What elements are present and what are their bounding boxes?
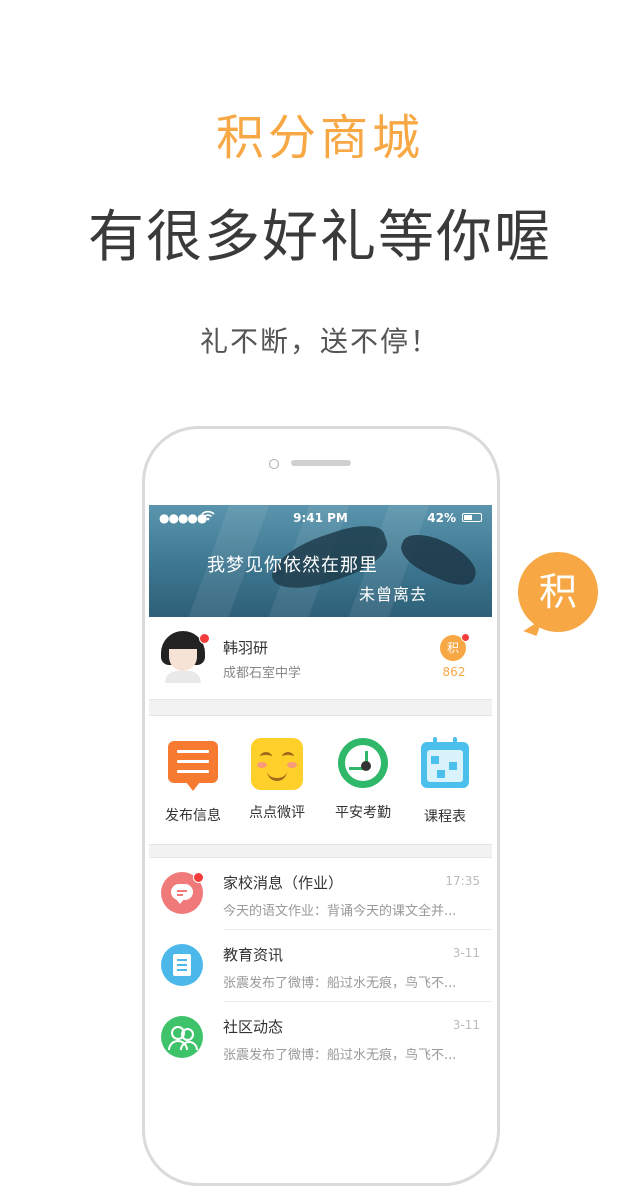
notification-dot <box>199 633 210 644</box>
points-float-label: 积 <box>538 570 577 614</box>
calendar-icon <box>421 737 469 788</box>
avatar[interactable] <box>161 631 210 683</box>
list-item[interactable]: 社区动态 3-11 张震发布了微博：船过水无痕，鸟飞不... <box>149 1002 492 1074</box>
banner-line2: 未曾离去 <box>359 585 428 604</box>
feature-label: 点点微评 <box>249 805 305 821</box>
feature-label: 平安考勤 <box>335 805 391 821</box>
feature-attendance[interactable]: 平安考勤 <box>323 738 403 822</box>
message-time: 3-11 <box>452 946 480 960</box>
message-title: 教育资讯 <box>223 946 284 964</box>
list-item[interactable]: 教育资讯 3-11 张震发布了微博：船过水无痕，鸟飞不... <box>149 930 492 1002</box>
feature-schedule[interactable]: 课程表 <box>405 737 485 826</box>
feature-label: 发布信息 <box>165 808 221 824</box>
post-icon <box>168 741 218 791</box>
clock-icon <box>338 738 388 788</box>
headline-subtitle: 有很多好礼等你喔 <box>88 205 552 270</box>
battery-percent: 42% <box>427 511 456 525</box>
message-time: 3-11 <box>452 1018 480 1032</box>
profile-name: 韩羽研 <box>223 639 269 657</box>
news-icon <box>161 944 203 986</box>
phone-screen: ●●●●● 9:41 PM 42% 我梦见你依然在那里 未曾离去 韩羽研 成都石… <box>149 505 492 1136</box>
message-title: 家校消息（作业） <box>223 874 344 892</box>
tagline: 礼不断，送不停！ <box>199 325 440 358</box>
battery-icon <box>462 513 482 522</box>
banner[interactable]: ●●●●● 9:41 PM 42% 我梦见你依然在那里 未曾离去 <box>149 505 492 617</box>
notification-dot <box>193 872 204 883</box>
feature-grid: 发布信息 点点微评 平安考勤 课程表 <box>149 715 492 845</box>
message-title: 社区动态 <box>223 1018 284 1036</box>
people-icon <box>161 1016 203 1058</box>
status-bar: ●●●●● 9:41 PM 42% <box>149 510 492 527</box>
notification-dot <box>461 633 470 642</box>
message-preview: 今天的语文作业：背诵今天的课文全并... <box>223 904 457 919</box>
message-list: 家校消息（作业） 17:35 今天的语文作业：背诵今天的课文全并... 教育资讯… <box>149 857 492 1136</box>
speaker-grille <box>291 460 351 466</box>
feature-label: 课程表 <box>424 809 466 825</box>
feature-review[interactable]: 点点微评 <box>237 738 317 822</box>
list-item[interactable]: 家校消息（作业） 17:35 今天的语文作业：背诵今天的课文全并... <box>149 858 492 930</box>
message-time: 17:35 <box>445 874 480 888</box>
headline-title: 积分商城 <box>215 110 424 166</box>
message-preview: 张震发布了微博：船过水无痕，鸟飞不... <box>223 1048 457 1063</box>
points-float-badge: 积 <box>518 552 598 632</box>
profile-card[interactable]: 韩羽研 成都石室中学 积 862 <box>149 617 492 700</box>
feature-post[interactable]: 发布信息 <box>153 738 233 825</box>
smile-icon <box>251 738 303 790</box>
points-value: 862 <box>442 665 466 679</box>
profile-school: 成都石室中学 <box>223 666 302 681</box>
message-preview: 张震发布了微博：船过水无痕，鸟飞不... <box>223 976 457 991</box>
banner-line1: 我梦见你依然在那里 <box>207 555 378 576</box>
camera-icon <box>269 459 279 469</box>
